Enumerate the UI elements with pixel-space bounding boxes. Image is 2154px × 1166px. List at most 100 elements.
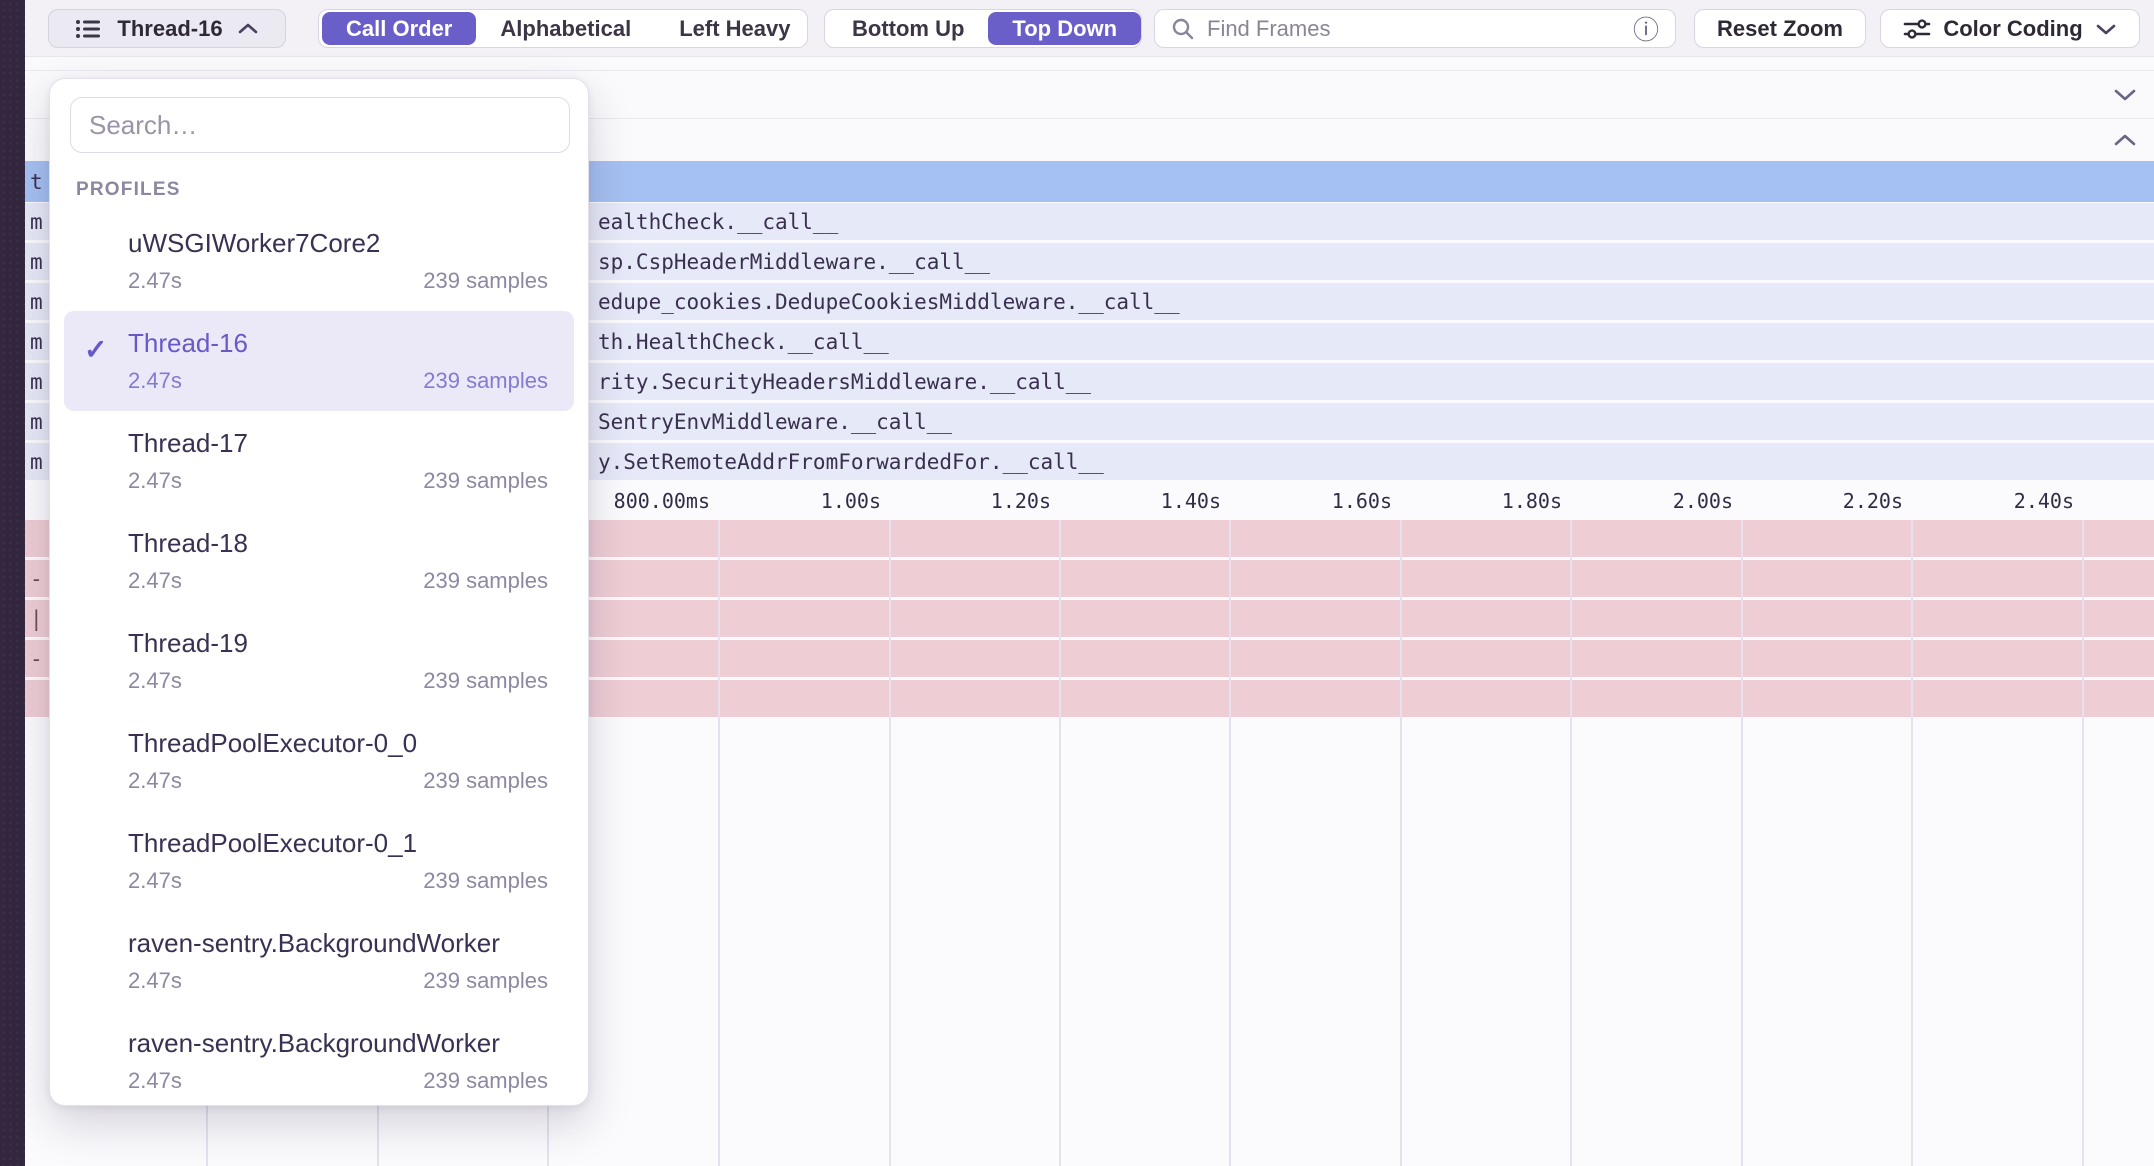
profile-name: raven-sentry.BackgroundWorker [128, 1028, 548, 1059]
profile-name: Thread-18 [128, 528, 548, 559]
profile-option[interactable]: Thread-17 2.47s 239 samples [64, 411, 574, 511]
profile-duration: 2.47s [128, 668, 182, 694]
color-coding-label: Color Coding [1943, 16, 2082, 42]
profiles-dropdown: PROFILES uWSGIWorker7Core2 2.47s 239 sam… [49, 78, 589, 1106]
profile-option[interactable]: Thread-18 2.47s 239 samples [64, 511, 574, 611]
frame-label: y.SetRemoteAddrFromForwardedFor.__call__ [598, 450, 1104, 474]
find-frames-searchbox[interactable]: ⓘ [1154, 9, 1676, 48]
profile-duration: 2.47s [128, 768, 182, 794]
frame-text-fragment: m [30, 330, 43, 354]
chevron-down-icon[interactable] [2112, 87, 2138, 103]
profile-duration: 2.47s [128, 1068, 182, 1094]
profile-samples: 239 samples [423, 268, 548, 294]
info-icon[interactable]: ⓘ [1633, 10, 1659, 47]
frame-text-fragment: | [30, 607, 43, 631]
profile-name: raven-sentry.BackgroundWorker [128, 928, 548, 959]
time-gridline [1570, 520, 1572, 1166]
profiles-search-input[interactable] [70, 97, 570, 153]
profile-name: ThreadPoolExecutor-0_0 [128, 728, 548, 759]
frame-label: SentryEnvMiddleware.__call__ [598, 410, 952, 434]
app-sidebar-strip [0, 0, 25, 1166]
profile-samples: 239 samples [423, 768, 548, 794]
sort-left-heavy-button[interactable]: Left Heavy [655, 12, 814, 45]
thread-selector-label: Thread-16 [117, 16, 222, 42]
profile-option[interactable]: ThreadPoolExecutor-0_0 2.47s 239 samples [64, 711, 574, 811]
time-gridline [1400, 520, 1402, 1166]
frame-label: th.HealthCheck.__call__ [598, 330, 889, 354]
time-gridline [1229, 520, 1231, 1166]
color-coding-button[interactable]: Color Coding [1880, 9, 2140, 48]
direction-bottom-up-button[interactable]: Bottom Up [828, 12, 988, 45]
direction-segmented-control: Bottom Up Top Down [824, 9, 1142, 48]
time-gridline [1059, 520, 1061, 1166]
profile-samples: 239 samples [423, 568, 548, 594]
find-frames-input[interactable] [1207, 16, 1621, 42]
axis-tick-label: 1.40s [1079, 488, 1221, 514]
profile-duration: 2.47s [128, 868, 182, 894]
profile-name: uWSGIWorker7Core2 [128, 228, 548, 259]
reset-zoom-button[interactable]: Reset Zoom [1694, 9, 1866, 48]
profile-duration: 2.47s [128, 968, 182, 994]
frame-text-fragment: m [30, 410, 43, 434]
sort-call-order-button[interactable]: Call Order [322, 12, 476, 45]
flamegraph-toolbar: Thread-16 Call Order Alphabetical Left H… [25, 0, 2154, 57]
profile-option[interactable]: uWSGIWorker7Core2 2.47s 239 samples [64, 211, 574, 311]
frame-text-fragment: m [30, 290, 43, 314]
profile-samples: 239 samples [423, 968, 548, 994]
axis-tick-label: 1.20s [909, 488, 1051, 514]
profile-duration: 2.47s [128, 468, 182, 494]
frame-text-fragment: m [30, 210, 43, 234]
sort-alphabetical-button[interactable]: Alphabetical [476, 12, 655, 45]
time-gridline [718, 520, 720, 1166]
time-gridline [2082, 520, 2084, 1166]
time-gridline [1911, 520, 1913, 1166]
profile-samples: 239 samples [423, 368, 548, 394]
thread-selector-button[interactable]: Thread-16 [48, 9, 286, 48]
chevron-up-icon[interactable] [2112, 132, 2138, 148]
chevron-up-icon [237, 22, 259, 36]
profile-samples: 239 samples [423, 1068, 548, 1094]
profile-name: ThreadPoolExecutor-0_1 [128, 828, 548, 859]
profile-samples: 239 samples [423, 868, 548, 894]
chevron-down-icon [2095, 22, 2117, 36]
axis-tick-label: 800.00ms [568, 488, 710, 514]
sort-segmented-control: Call Order Alphabetical Left Heavy [318, 9, 808, 48]
frame-text-fragment: m [30, 370, 43, 394]
axis-tick-label: 2.40s [1932, 488, 2074, 514]
profile-duration: 2.47s [128, 368, 182, 394]
axis-tick-label: 1.60s [1250, 488, 1392, 514]
frame-text-fragment: t [30, 170, 43, 194]
frame-label: rity.SecurityHeadersMiddleware.__call__ [598, 370, 1091, 394]
canvas-top-strip [25, 57, 2154, 71]
profile-samples: 239 samples [423, 668, 548, 694]
frame-text-fragment: - [30, 567, 43, 591]
axis-tick-label: 1.00s [739, 488, 881, 514]
profile-duration: 2.47s [128, 268, 182, 294]
profile-name: Thread-16 [128, 328, 548, 359]
profiles-section-label: PROFILES [76, 179, 588, 201]
time-gridline [1741, 520, 1743, 1166]
profile-name: Thread-17 [128, 428, 548, 459]
time-gridline [889, 520, 891, 1166]
profile-samples: 239 samples [423, 468, 548, 494]
direction-top-down-button[interactable]: Top Down [988, 12, 1141, 45]
profile-option[interactable]: ThreadPoolExecutor-0_1 2.47s 239 samples [64, 811, 574, 911]
axis-tick-label: 1.80s [1420, 488, 1562, 514]
profile-duration: 2.47s [128, 568, 182, 594]
profile-option[interactable]: raven-sentry.BackgroundWorker 2.47s 239 … [64, 911, 574, 1011]
profile-option-selected[interactable]: ✓ Thread-16 2.47s 239 samples [64, 311, 574, 411]
axis-tick-label: 2.00s [1591, 488, 1733, 514]
frame-label: sp.CspHeaderMiddleware.__call__ [598, 250, 990, 274]
search-icon [1171, 17, 1195, 41]
sliders-icon [1903, 17, 1931, 41]
frame-label: edupe_cookies.DedupeCookiesMiddleware.__… [598, 290, 1180, 314]
frame-text-fragment: m [30, 250, 43, 274]
profile-name: Thread-19 [128, 628, 548, 659]
frame-text-fragment: - [30, 647, 43, 671]
axis-tick-label: 2.20s [1761, 488, 1903, 514]
frame-text-fragment: m [30, 450, 43, 474]
list-icon [75, 17, 103, 41]
frame-label: ealthCheck.__call__ [598, 210, 838, 234]
profile-option[interactable]: raven-sentry.BackgroundWorker 2.47s 239 … [64, 1011, 574, 1106]
profile-option[interactable]: Thread-19 2.47s 239 samples [64, 611, 574, 711]
